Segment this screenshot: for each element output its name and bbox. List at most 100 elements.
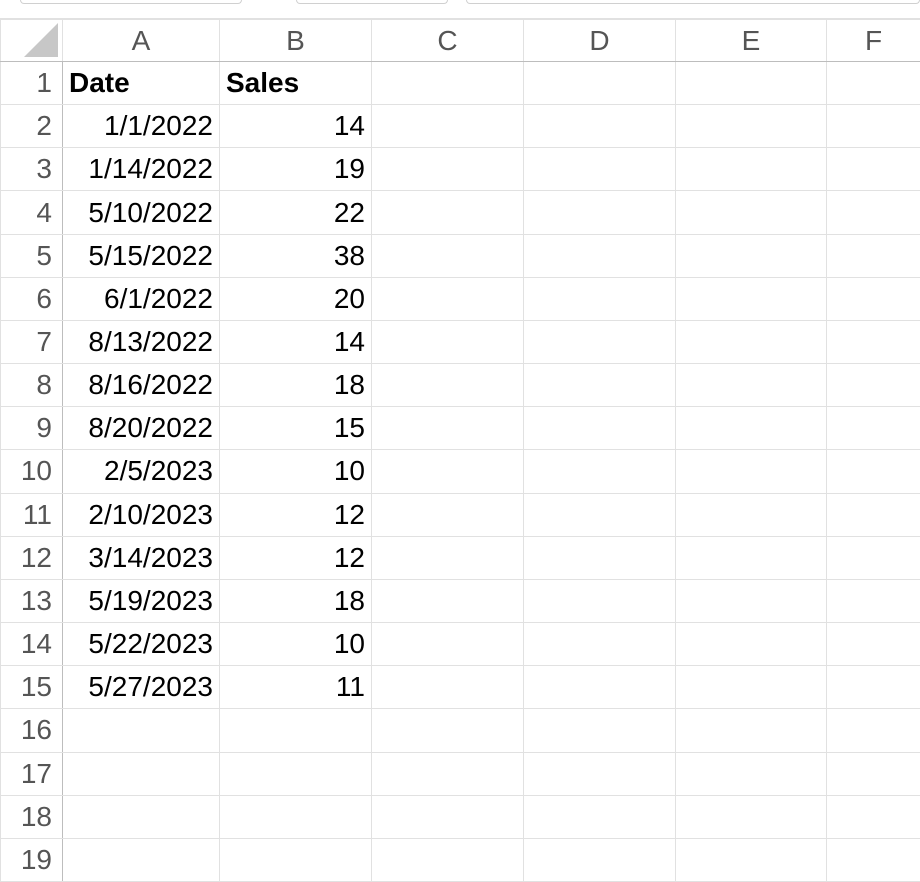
- cell[interactable]: [523, 233, 676, 278]
- cell[interactable]: [675, 665, 827, 710]
- cell-b1[interactable]: Sales: [219, 60, 372, 106]
- date-cell[interactable]: 8/20/2022: [62, 406, 220, 451]
- date-cell[interactable]: 5/22/2023: [62, 622, 220, 667]
- cell[interactable]: [523, 708, 676, 753]
- cell[interactable]: [675, 535, 827, 580]
- cell[interactable]: [371, 837, 524, 882]
- cell[interactable]: [523, 665, 676, 710]
- cell[interactable]: [826, 578, 920, 624]
- row-header[interactable]: 17: [0, 751, 63, 796]
- cell[interactable]: [371, 622, 524, 667]
- row-header[interactable]: 3: [0, 147, 63, 192]
- cell[interactable]: [371, 276, 524, 321]
- sales-cell[interactable]: 18: [219, 578, 372, 624]
- cell[interactable]: [523, 319, 676, 365]
- cell-a1[interactable]: Date: [62, 60, 220, 106]
- row-header[interactable]: 10: [0, 449, 63, 494]
- cell[interactable]: [826, 104, 920, 149]
- cell[interactable]: [675, 578, 827, 624]
- cell[interactable]: [675, 622, 827, 667]
- cell[interactable]: [826, 406, 920, 451]
- row-header[interactable]: 19: [0, 837, 63, 882]
- cell[interactable]: [523, 363, 676, 408]
- column-header-d[interactable]: D: [523, 19, 676, 62]
- sales-cell[interactable]: 15: [219, 406, 372, 451]
- cell[interactable]: [675, 794, 827, 839]
- cell[interactable]: [219, 751, 372, 796]
- cell[interactable]: [826, 751, 920, 796]
- date-cell[interactable]: 1/1/2022: [62, 104, 220, 149]
- column-header-e[interactable]: E: [675, 19, 827, 62]
- cell[interactable]: [826, 233, 920, 278]
- cell[interactable]: [62, 794, 220, 839]
- sales-cell[interactable]: 12: [219, 535, 372, 580]
- row-header[interactable]: 11: [0, 492, 63, 537]
- cell[interactable]: [219, 794, 372, 839]
- cell[interactable]: [675, 190, 827, 235]
- cell[interactable]: [219, 837, 372, 882]
- select-all-button[interactable]: [0, 19, 63, 62]
- cell[interactable]: [371, 708, 524, 753]
- row-header[interactable]: 9: [0, 406, 63, 451]
- cell[interactable]: [523, 449, 676, 494]
- cell[interactable]: [675, 147, 827, 192]
- cell[interactable]: [371, 60, 524, 106]
- cell[interactable]: [675, 104, 827, 149]
- sales-cell[interactable]: 11: [219, 665, 372, 710]
- date-cell[interactable]: 2/10/2023: [62, 492, 220, 537]
- date-cell[interactable]: 3/14/2023: [62, 535, 220, 580]
- sales-cell[interactable]: 20: [219, 276, 372, 321]
- cell[interactable]: [371, 535, 524, 580]
- cell[interactable]: [675, 708, 827, 753]
- cell[interactable]: [675, 233, 827, 278]
- cell[interactable]: [523, 535, 676, 580]
- cell[interactable]: [675, 363, 827, 408]
- cell[interactable]: [371, 104, 524, 149]
- row-header[interactable]: 5: [0, 233, 63, 278]
- date-cell[interactable]: 1/14/2022: [62, 147, 220, 192]
- cell[interactable]: [826, 794, 920, 839]
- cell[interactable]: [371, 665, 524, 710]
- cell[interactable]: [371, 147, 524, 192]
- row-header[interactable]: 6: [0, 276, 63, 321]
- row-header[interactable]: 13: [0, 578, 63, 624]
- date-cell[interactable]: 2/5/2023: [62, 449, 220, 494]
- cell[interactable]: [371, 449, 524, 494]
- cell[interactable]: [523, 837, 676, 882]
- cell[interactable]: [371, 578, 524, 624]
- row-header[interactable]: 12: [0, 535, 63, 580]
- cell[interactable]: [675, 449, 827, 494]
- cell[interactable]: [826, 837, 920, 882]
- column-header-f[interactable]: F: [826, 19, 920, 62]
- cell[interactable]: [62, 708, 220, 753]
- cell[interactable]: [371, 319, 524, 365]
- sales-cell[interactable]: 38: [219, 233, 372, 278]
- date-cell[interactable]: 5/15/2022: [62, 233, 220, 278]
- cell[interactable]: [523, 492, 676, 537]
- cell[interactable]: [371, 794, 524, 839]
- cell[interactable]: [826, 147, 920, 192]
- cell[interactable]: [371, 492, 524, 537]
- cell[interactable]: [371, 751, 524, 796]
- cell[interactable]: [826, 363, 920, 408]
- sales-cell[interactable]: 14: [219, 319, 372, 365]
- cell[interactable]: [62, 751, 220, 796]
- row-header[interactable]: 18: [0, 794, 63, 839]
- cell[interactable]: [675, 319, 827, 365]
- cell[interactable]: [523, 147, 676, 192]
- row-header[interactable]: 14: [0, 622, 63, 667]
- cell[interactable]: [675, 751, 827, 796]
- cell[interactable]: [826, 535, 920, 580]
- cell[interactable]: [523, 622, 676, 667]
- cell[interactable]: [675, 276, 827, 321]
- cell[interactable]: [371, 190, 524, 235]
- tab-edge[interactable]: [466, 0, 920, 4]
- date-cell[interactable]: 6/1/2022: [62, 276, 220, 321]
- column-header-a[interactable]: A: [62, 19, 220, 62]
- cell[interactable]: [826, 492, 920, 537]
- tab-edge[interactable]: [296, 0, 448, 4]
- cell[interactable]: [826, 449, 920, 494]
- date-cell[interactable]: 8/16/2022: [62, 363, 220, 408]
- cell[interactable]: [219, 708, 372, 753]
- cell[interactable]: [826, 276, 920, 321]
